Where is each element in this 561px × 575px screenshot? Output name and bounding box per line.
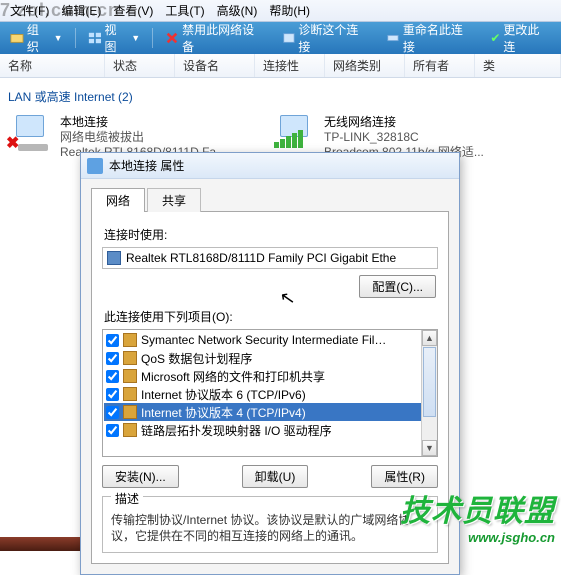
connect-using-label: 连接时使用:	[104, 226, 438, 243]
toolbar: 组织 ▼ 视图 ▼ 禁用此网络设备 诊断这个连接 重命名此连接 ✔ 更改此连	[0, 22, 561, 54]
protocol-icon	[123, 405, 137, 419]
items-label: 此连接使用下列项目(O):	[104, 308, 438, 325]
description-text: 传输控制协议/Internet 协议。该协议是默认的广域网络协议，它提供在不同的…	[111, 512, 429, 544]
tab-sharing[interactable]: 共享	[147, 188, 201, 212]
tabs: 网络 共享	[91, 188, 449, 212]
properties-button[interactable]: 属性(R)	[371, 465, 438, 488]
tab-network[interactable]: 网络	[91, 188, 145, 212]
connection-status: TP-LINK_32818C	[324, 130, 484, 145]
col-device[interactable]: 设备名	[175, 54, 255, 77]
protocol-checkbox[interactable]	[106, 406, 119, 419]
protocol-item[interactable]: QoS 数据包计划程序	[104, 349, 436, 367]
group-header[interactable]: LAN 或高速 Internet (2)	[8, 84, 553, 109]
adapter-name: Realtek RTL8168D/8111D Family PCI Gigabi…	[126, 251, 396, 265]
disable-device-button[interactable]: 禁用此网络设备	[159, 18, 271, 58]
scrollbar[interactable]: ▲ ▼	[421, 330, 437, 456]
organize-button[interactable]: 组织 ▼	[4, 18, 69, 58]
diagnose-label: 诊断这个连接	[298, 21, 370, 55]
adapter-chip-icon	[107, 251, 121, 265]
configure-button[interactable]: 配置(C)...	[359, 275, 436, 298]
protocol-icon	[123, 369, 137, 383]
connection-status: 网络电缆被拔出	[60, 130, 226, 145]
rename-button[interactable]: 重命名此连接	[380, 18, 480, 58]
watermark-top-left: 7 zol.com.cn	[0, 0, 120, 21]
network-adapter-icon: ✖	[8, 115, 52, 151]
chevron-down-icon: ▼	[54, 33, 63, 43]
organize-label: 组织	[27, 21, 51, 55]
connection-title: 本地连接	[60, 115, 226, 130]
change-label: 更改此连	[503, 21, 551, 55]
protocol-icon	[123, 351, 137, 365]
watermark-bottom-right: 技术员联盟 www.jsgho.cn	[400, 486, 555, 545]
watermark-text: 技术员联盟	[400, 486, 555, 530]
rename-icon	[386, 31, 400, 45]
col-type[interactable]: 类	[475, 54, 561, 77]
col-owner[interactable]: 所有者	[405, 54, 475, 77]
tab-panel-network: 连接时使用: Realtek RTL8168D/8111D Family PCI…	[91, 211, 449, 564]
protocol-checkbox[interactable]	[106, 424, 119, 437]
protocol-label: QoS 数据包计划程序	[141, 350, 252, 367]
col-category[interactable]: 网络类别	[325, 54, 405, 77]
description-group: 描述 传输控制协议/Internet 协议。该协议是默认的广域网络协议，它提供在…	[102, 496, 438, 553]
views-icon	[88, 31, 102, 45]
scroll-thumb[interactable]	[423, 347, 436, 417]
protocol-item[interactable]: Internet 协议版本 4 (TCP/IPv4)	[104, 403, 436, 421]
protocol-label: 链路层拓扑发现映射器 I/O 驱动程序	[141, 422, 332, 439]
protocol-item[interactable]: 链路层拓扑发现映射器 I/O 驱动程序	[104, 421, 436, 439]
change-button[interactable]: ✔ 更改此连	[484, 18, 557, 58]
protocol-checkbox[interactable]	[106, 334, 119, 347]
col-status[interactable]: 状态	[105, 54, 175, 77]
protocol-icon	[123, 333, 137, 347]
protocol-icon	[123, 423, 137, 437]
wireless-adapter-icon	[272, 115, 316, 151]
group-header-label: LAN 或高速 Internet (2)	[8, 90, 133, 104]
check-icon: ✔	[490, 31, 500, 45]
rename-label: 重命名此连接	[403, 21, 475, 55]
connection-title: 无线网络连接	[324, 115, 484, 130]
network-icon	[87, 158, 103, 174]
views-button[interactable]: 视图 ▼	[82, 18, 147, 58]
dialog-titlebar[interactable]: 本地连接 属性	[81, 153, 459, 179]
protocol-icon	[123, 387, 137, 401]
folder-icon	[10, 31, 24, 45]
protocol-listbox[interactable]: Symantec Network Security Intermediate F…	[102, 329, 438, 457]
uninstall-button[interactable]: 卸载(U)	[242, 465, 309, 488]
column-headers: 名称 状态 设备名 连接性 网络类别 所有者 类	[0, 54, 561, 78]
protocol-label: Microsoft 网络的文件和打印机共享	[141, 368, 325, 385]
col-connectivity[interactable]: 连接性	[255, 54, 325, 77]
protocol-item[interactable]: Symantec Network Security Intermediate F…	[104, 331, 436, 349]
protocol-label: Symantec Network Security Intermediate F…	[141, 333, 386, 347]
protocol-label: Internet 协议版本 4 (TCP/IPv4)	[141, 404, 306, 421]
install-button[interactable]: 安装(N)...	[102, 465, 179, 488]
views-label: 视图	[104, 21, 128, 55]
diagnose-button[interactable]: 诊断这个连接	[276, 18, 376, 58]
bottom-decor	[0, 537, 90, 551]
protocol-checkbox[interactable]	[106, 388, 119, 401]
diagnose-icon	[282, 31, 296, 45]
col-name[interactable]: 名称	[0, 54, 105, 77]
scroll-down-button[interactable]: ▼	[422, 440, 437, 456]
protocol-checkbox[interactable]	[106, 352, 119, 365]
protocol-item[interactable]: Microsoft 网络的文件和打印机共享	[104, 367, 436, 385]
chevron-down-icon: ▼	[131, 33, 140, 43]
error-x-icon: ✖	[6, 133, 19, 153]
x-icon	[165, 31, 179, 45]
protocol-item[interactable]: Internet 协议版本 6 (TCP/IPv6)	[104, 385, 436, 403]
protocol-checkbox[interactable]	[106, 370, 119, 383]
description-label: 描述	[111, 490, 143, 507]
disable-label: 禁用此网络设备	[182, 21, 265, 55]
watermark-url: www.jsgho.cn	[400, 530, 555, 545]
protocol-label: Internet 协议版本 6 (TCP/IPv6)	[141, 386, 306, 403]
scroll-up-button[interactable]: ▲	[422, 330, 437, 346]
dialog-title: 本地连接 属性	[109, 157, 184, 174]
adapter-field: Realtek RTL8168D/8111D Family PCI Gigabi…	[102, 247, 438, 269]
